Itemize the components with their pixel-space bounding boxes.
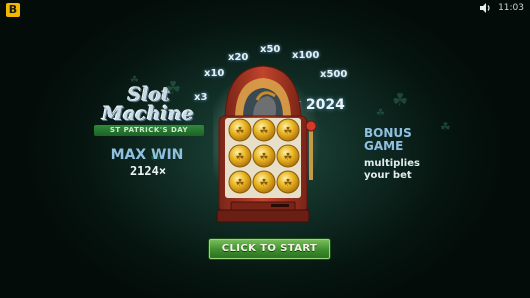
bonus-line3: multiplies [364, 158, 420, 169]
coin-icon: ☘ [228, 170, 252, 194]
svg-text:☘: ☘ [236, 152, 245, 163]
svg-text:☘: ☘ [260, 178, 269, 189]
coin-icon: ☘ [228, 144, 252, 168]
max-win-value: 2124× [129, 164, 167, 178]
clock-time: 11:03 [498, 3, 524, 13]
click-to-start-button[interactable]: CLICK TO START [208, 238, 331, 260]
svg-text:☘: ☘ [236, 178, 245, 189]
game-title-line2: Machine [102, 103, 194, 125]
svg-text:☘: ☘ [236, 126, 245, 137]
game-subtitle-ribbon: ST PATRICK'S DAY [94, 125, 204, 136]
svg-text:☘: ☘ [260, 152, 269, 163]
multiplier-x500: x500 [320, 69, 348, 80]
svg-text:☘: ☘ [284, 152, 293, 163]
brand-logo-icon: B [6, 3, 20, 17]
bonus-line2: GAME [364, 139, 404, 153]
coin-icon: ☘ [252, 118, 276, 142]
svg-text:☘: ☘ [284, 178, 293, 189]
clover-icon: ☘ [392, 90, 409, 111]
svg-text:☘: ☘ [284, 126, 293, 137]
game-stage: B 11:03 ☘ ☘ ☘ ☘ ☘ ☘ Slot Machine ST PATR… [0, 0, 530, 298]
svg-text:☘: ☘ [260, 126, 269, 137]
status-bar: 11:03 [480, 1, 524, 15]
bonus-game-title: BONUS GAME [364, 127, 412, 153]
clover-icon: ☘ [376, 108, 385, 119]
coin-icon: ☘ [252, 144, 276, 168]
coin-icon: ☘ [276, 118, 300, 142]
speaker-icon[interactable] [480, 3, 492, 13]
clover-icon: ☘ [440, 120, 451, 134]
coin-icon: ☘ [276, 144, 300, 168]
bonus-description: multiplies your bet [364, 158, 420, 182]
coin-icon: ☘ [252, 170, 276, 194]
multiplier-x50: x50 [260, 44, 281, 55]
slot-machine: ☘ ☘ ☘ ☘ ☘ ☘ ☘ ☘ ☘ [213, 65, 321, 223]
max-win-label: MAX WIN [110, 147, 184, 163]
reel-grid: ☘ ☘ ☘ ☘ ☘ ☘ ☘ ☘ ☘ [228, 118, 300, 194]
multiplier-x3: x3 [194, 92, 208, 103]
coin-icon: ☘ [276, 170, 300, 194]
coin-icon: ☘ [228, 118, 252, 142]
bonus-line4: your bet [364, 170, 412, 181]
